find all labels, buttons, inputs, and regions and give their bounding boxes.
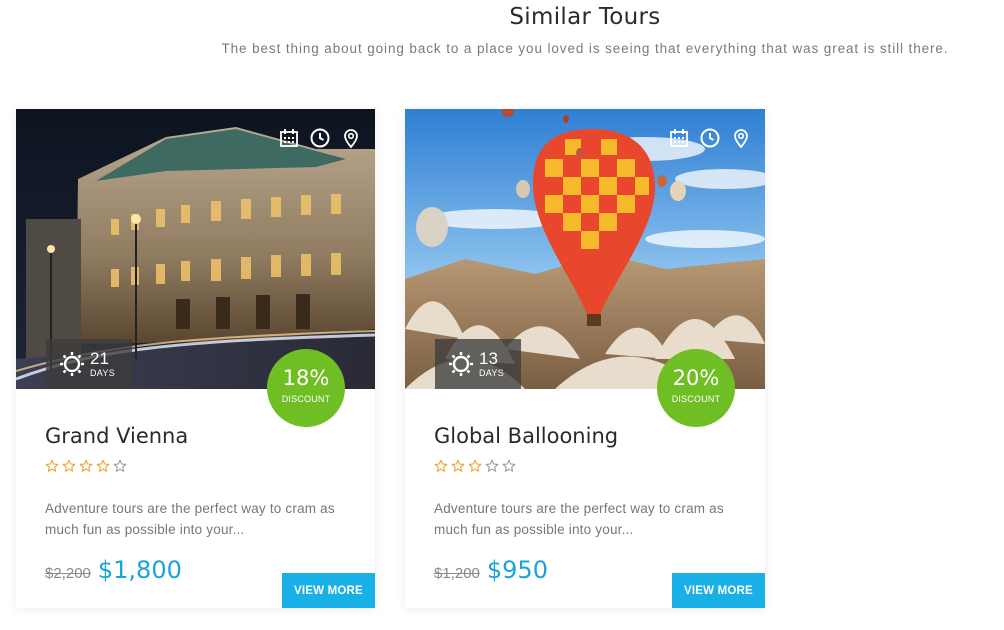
star-filled-icon: [79, 459, 93, 472]
old-price: $1,200: [434, 565, 480, 582]
calendar-icon[interactable]: [669, 128, 689, 148]
sun-icon: [449, 352, 473, 376]
price-block: $1,200 $950: [434, 556, 548, 584]
sun-icon: [60, 352, 84, 376]
discount-label: DISCOUNT: [671, 394, 721, 404]
discount-value: 20%: [672, 366, 720, 390]
duration-badge: 21 DAYS: [46, 339, 132, 389]
star-filled-icon: [62, 459, 76, 472]
tour-photo[interactable]: 13 DAYS: [405, 109, 765, 389]
days-label: DAYS: [479, 368, 505, 378]
clock-icon[interactable]: [700, 128, 720, 148]
tour-title[interactable]: Grand Vienna: [45, 424, 188, 448]
star-empty-icon: [502, 459, 516, 472]
location-pin-icon[interactable]: [731, 128, 751, 148]
star-empty-icon: [485, 459, 499, 472]
rating-stars: [45, 459, 127, 473]
star-filled-icon: [468, 459, 482, 472]
star-filled-icon: [96, 459, 110, 472]
days-count: 21: [90, 349, 109, 368]
location-pin-icon[interactable]: [341, 128, 361, 148]
tour-meta-icons: [669, 128, 751, 148]
clock-icon[interactable]: [310, 128, 330, 148]
tour-meta-icons: [279, 128, 361, 148]
old-price: $2,200: [45, 565, 91, 582]
days-count: 13: [479, 349, 498, 368]
price-block: $2,200 $1,800: [45, 556, 182, 584]
tour-card-global-ballooning[interactable]: 13 DAYS 20% DISCOUNT Global Ballooning A…: [405, 109, 765, 608]
discount-badge: 18% DISCOUNT: [267, 349, 345, 427]
discount-badge: 20% DISCOUNT: [657, 349, 735, 427]
view-more-button[interactable]: VIEW MORE: [282, 573, 375, 608]
tour-description: Adventure tours are the perfect way to c…: [434, 501, 724, 537]
new-price: $1,800: [97, 556, 182, 584]
days-label: DAYS: [90, 368, 116, 378]
tour-title[interactable]: Global Ballooning: [434, 424, 618, 448]
star-empty-icon: [113, 459, 127, 472]
calendar-icon[interactable]: [279, 128, 299, 148]
discount-label: DISCOUNT: [281, 394, 331, 404]
star-filled-icon: [45, 459, 59, 472]
view-more-button[interactable]: VIEW MORE: [672, 573, 765, 608]
discount-value: 18%: [282, 366, 330, 390]
rating-stars: [434, 459, 516, 473]
tour-card-grand-vienna[interactable]: 21 DAYS 18% DISCOUNT Grand Vienna Advent…: [16, 109, 375, 608]
star-filled-icon: [451, 459, 465, 472]
tour-photo[interactable]: 21 DAYS: [16, 109, 375, 389]
duration-badge: 13 DAYS: [435, 339, 521, 389]
new-price: $950: [486, 556, 548, 584]
tour-description: Adventure tours are the perfect way to c…: [45, 501, 335, 537]
section-subtitle: The best thing about going back to a pla…: [221, 41, 949, 56]
section-title: Similar Tours: [509, 4, 661, 30]
star-filled-icon: [434, 459, 448, 472]
